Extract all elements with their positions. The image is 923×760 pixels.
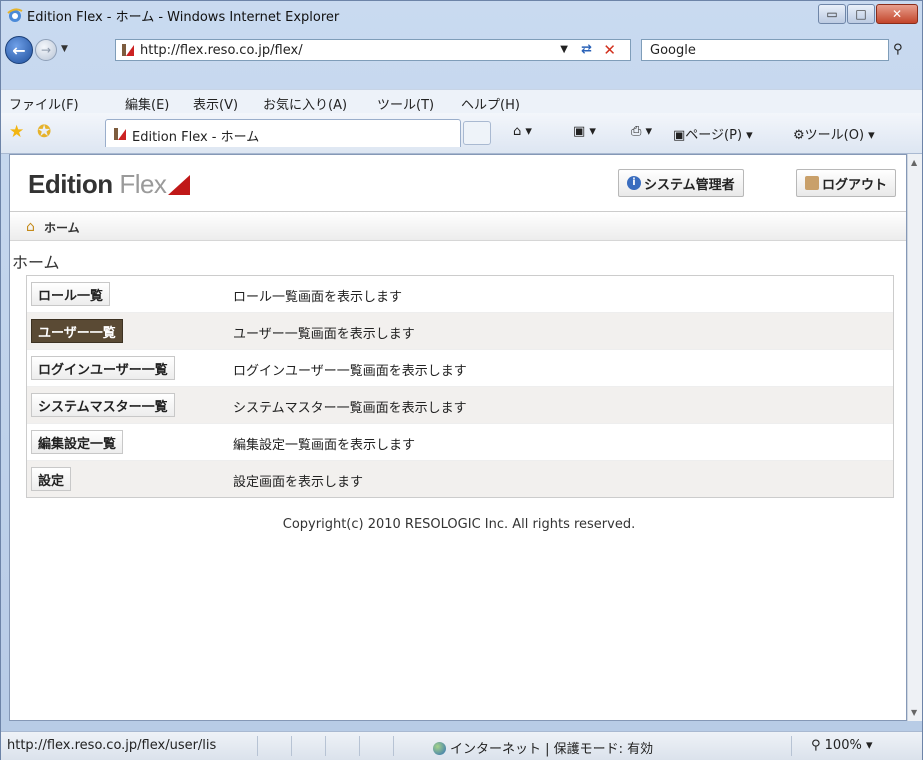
- logo-triangle-icon: [168, 175, 190, 195]
- edition-flex-logo: Edition Flex: [28, 169, 167, 200]
- breadcrumb-home[interactable]: ホーム: [44, 219, 80, 236]
- status-link-url: http://flex.reso.co.jp/flex/user/lis: [7, 738, 217, 753]
- site-favicon-icon: [122, 44, 134, 56]
- maximize-button[interactable]: □: [847, 4, 875, 24]
- logo-main-text: Edition: [28, 169, 113, 199]
- page-title: ホーム: [12, 253, 60, 272]
- edit-settings-list-description: 編集設定一覧画面を表示します: [233, 438, 416, 453]
- logout-label: ログアウト: [822, 177, 888, 193]
- zoom-level: 100%: [824, 738, 862, 753]
- logout-icon: [805, 176, 819, 190]
- zoom-control[interactable]: ⚲ 100% ▾: [811, 738, 873, 753]
- favorites-tab-bar: ★ ✪ Edition Flex - ホーム ⌂ ▾ ▣ ▾ ⎙ ▾ ▣ページ(…: [1, 113, 922, 154]
- menu-file[interactable]: ファイル(F): [9, 94, 79, 113]
- menu-help[interactable]: ヘルプ(H): [461, 94, 520, 113]
- breadcrumb: ⌂ ホーム: [10, 212, 906, 241]
- settings-button[interactable]: 設定: [31, 467, 72, 491]
- page-menu[interactable]: ▣ページ(P) ▾: [673, 124, 753, 143]
- info-icon: i: [627, 176, 641, 190]
- status-divider: [325, 736, 326, 756]
- scroll-up-icon[interactable]: ▲: [911, 158, 917, 167]
- home-icon[interactable]: ⌂ ▾: [513, 124, 532, 139]
- feeds-icon[interactable]: ▣ ▾: [573, 124, 596, 139]
- title-bar: Edition Flex - ホーム - Windows Internet Ex…: [1, 1, 922, 29]
- menu-tools[interactable]: ツール(T): [377, 94, 434, 113]
- system-master-list-button[interactable]: システムマスター一覧: [31, 393, 175, 417]
- search-engine-label: Google: [650, 43, 696, 58]
- menu-favorites[interactable]: お気に入り(A): [263, 94, 347, 113]
- menu-row-settings: 設定 設定画面を表示します: [27, 461, 893, 497]
- page-menu-label: ページ(P): [685, 128, 743, 143]
- search-input[interactable]: Google: [641, 39, 889, 61]
- menu-edit[interactable]: 編集(E): [125, 94, 169, 113]
- menu-view[interactable]: 表示(V): [193, 94, 238, 113]
- browser-window: Edition Flex - ホーム - Windows Internet Ex…: [0, 0, 923, 760]
- security-zone[interactable]: インターネット | 保護モード: 有効: [433, 738, 653, 757]
- favorites-star-icon[interactable]: ★: [9, 122, 24, 142]
- print-icon[interactable]: ⎙ ▾: [631, 124, 652, 139]
- status-divider: [359, 736, 360, 756]
- login-user-list-button[interactable]: ログインユーザー一覧: [31, 356, 175, 380]
- copyright-text: Copyright(c) 2010 RESOLOGIC Inc. All rig…: [282, 517, 636, 532]
- logo-sub-text: Flex: [112, 169, 167, 199]
- tools-menu[interactable]: ⚙ツール(O) ▾: [793, 124, 875, 143]
- role-list-description: ロール一覧画面を表示します: [233, 290, 403, 305]
- status-divider: [393, 736, 394, 756]
- system-admin-button[interactable]: i システム管理者: [618, 169, 744, 197]
- status-bar: http://flex.reso.co.jp/flex/user/lis インタ…: [1, 731, 922, 760]
- system-master-list-description: システムマスター一覧画面を表示します: [233, 401, 467, 416]
- add-favorites-icon[interactable]: ✪: [37, 122, 51, 142]
- menu-row-login-users: ログインユーザー一覧 ログインユーザー一覧画面を表示します: [27, 350, 893, 387]
- address-url: http://flex.reso.co.jp/flex/: [140, 43, 303, 58]
- menu-bar: ファイル(F) 編集(E) 表示(V) お気に入り(A) ツール(T) ヘルプ(…: [1, 89, 922, 114]
- address-dropdown-icon[interactable]: ▼: [560, 44, 568, 55]
- scroll-down-icon[interactable]: ▼: [911, 708, 917, 717]
- tab-edition-flex[interactable]: Edition Flex - ホーム: [105, 119, 461, 147]
- globe-icon: [433, 742, 446, 755]
- logout-button[interactable]: ログアウト: [796, 169, 897, 197]
- status-divider: [791, 736, 792, 756]
- back-button[interactable]: ←: [5, 36, 33, 64]
- security-zone-label: インターネット | 保護モード: 有効: [450, 742, 654, 757]
- search-icon[interactable]: ⚲: [893, 42, 903, 57]
- user-list-description: ユーザー一覧画面を表示します: [233, 327, 415, 342]
- home-menu-table: ロール一覧 ロール一覧画面を表示します ユーザー一覧 ユーザー一覧画面を表示しま…: [26, 275, 894, 498]
- minimize-button[interactable]: ▭: [818, 4, 846, 24]
- close-window-button[interactable]: ✕: [876, 4, 918, 24]
- menu-row-system-master: システムマスター一覧 システムマスター一覧画面を表示します: [27, 387, 893, 424]
- system-admin-label: システム管理者: [644, 177, 735, 193]
- role-list-button[interactable]: ロール一覧: [31, 282, 111, 306]
- page-viewport: Edition Flex i システム管理者 ログアウト ⌂ ホーム ホーム ロ…: [9, 154, 907, 721]
- menu-row-roles: ロール一覧 ロール一覧画面を表示します: [27, 276, 893, 313]
- menu-row-edit-settings: 編集設定一覧 編集設定一覧画面を表示します: [27, 424, 893, 461]
- vertical-scrollbar[interactable]: ▲ ▼: [907, 154, 922, 721]
- app-header: Edition Flex i システム管理者 ログアウト: [10, 155, 906, 212]
- login-user-list-description: ログインユーザー一覧画面を表示します: [233, 364, 467, 379]
- stop-icon[interactable]: ✕: [603, 41, 616, 59]
- settings-description: 設定画面を表示します: [233, 475, 364, 490]
- address-bar-row: ← → ▼ http://flex.reso.co.jp/flex/ ▼ ⇄ ✕…: [1, 35, 922, 65]
- window-title: Edition Flex - ホーム - Windows Internet Ex…: [27, 10, 340, 25]
- status-divider: [257, 736, 258, 756]
- ie-logo-icon: [7, 8, 23, 22]
- menu-row-users: ユーザー一覧 ユーザー一覧画面を表示します: [27, 313, 893, 350]
- tab-favicon-icon: [114, 128, 126, 140]
- status-divider: [291, 736, 292, 756]
- user-list-button[interactable]: ユーザー一覧: [31, 319, 123, 343]
- edit-settings-list-button[interactable]: 編集設定一覧: [31, 430, 124, 454]
- new-tab-button[interactable]: [463, 121, 491, 145]
- address-input[interactable]: http://flex.reso.co.jp/flex/ ▼ ⇄ ✕: [115, 39, 631, 61]
- forward-button[interactable]: →: [35, 39, 57, 61]
- tab-title: Edition Flex - ホーム: [132, 130, 260, 145]
- history-dropdown-icon[interactable]: ▼: [61, 44, 68, 54]
- breadcrumb-home-icon: ⌂: [26, 219, 35, 235]
- tools-menu-label: ツール(O): [804, 128, 865, 143]
- refresh-icon[interactable]: ⇄: [581, 42, 592, 57]
